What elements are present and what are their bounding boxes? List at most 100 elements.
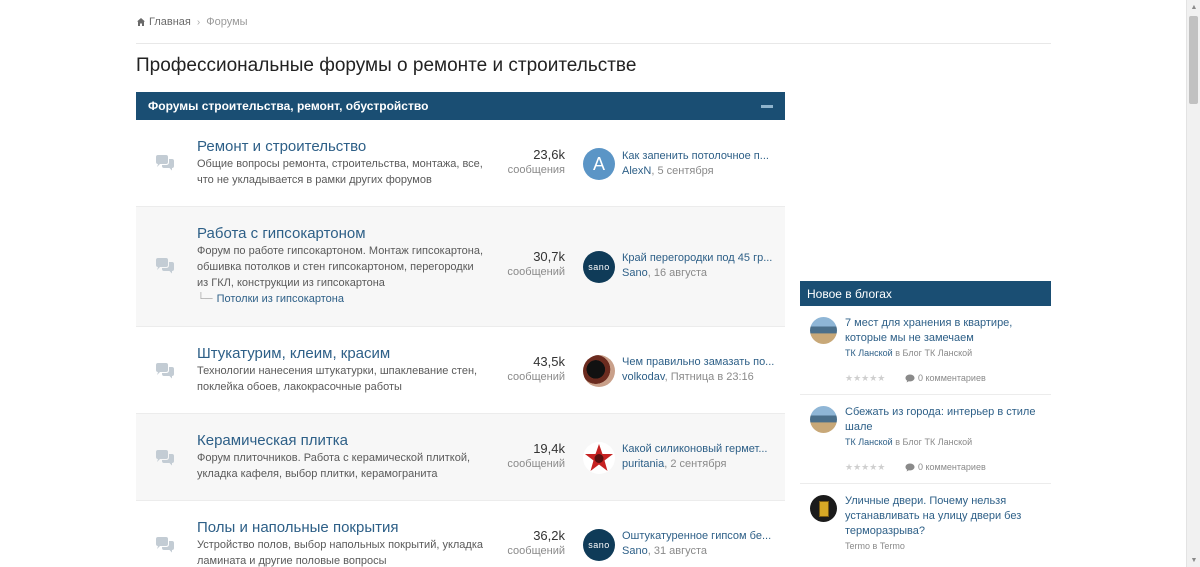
last-post-date: 2 сентября [670, 458, 727, 470]
breadcrumb-current[interactable]: Форумы [206, 16, 247, 28]
last-post-author-link[interactable]: puritania [622, 458, 664, 470]
forum-post-count: 23,6k сообщения [496, 147, 565, 176]
page-container: Главная › Форумы Профессиональные форумы… [136, 0, 1051, 567]
forum-row: Керамическая плитка Форум плиточников. Р… [136, 414, 785, 501]
blog-avatar[interactable] [810, 317, 837, 344]
blog-avatar[interactable] [810, 406, 837, 433]
blog-entry: Уличные двери. Почему нельзя устанавлива… [800, 484, 1051, 567]
blog-entry-title-link[interactable]: 7 мест для хранения в квартире, которые … [845, 316, 1045, 346]
tree-branch-icon: └─ [197, 293, 213, 305]
last-post-author-link[interactable]: Sano [622, 545, 648, 557]
post-count-label: сообщений [507, 266, 565, 278]
blog-name[interactable]: Блог ТК Ланской [903, 348, 973, 358]
blog-author-link[interactable]: ТК Ланской [845, 348, 893, 358]
blog-entry-title-link[interactable]: Сбежать из города: интерьер в стиле шале [845, 405, 1045, 435]
chat-bubbles-icon [154, 536, 176, 554]
blogs-widget-header: Новое в блогах [800, 281, 1051, 306]
avatar-text: sano [588, 262, 610, 272]
last-post-meta: puritania, 2 сентября [622, 458, 727, 470]
last-post-date: 31 августа [653, 545, 708, 557]
chat-bubbles-icon [154, 362, 176, 380]
last-post-meta: AlexN, 5 сентября [622, 165, 714, 177]
last-post-title-link[interactable]: Край перегородки под 45 гр... [622, 252, 777, 264]
blog-entry-meta: Termo в Termo [845, 541, 905, 551]
breadcrumb-home-link[interactable]: Главная [136, 16, 191, 28]
forum-description: Общие вопросы ремонта, строительства, мо… [197, 158, 483, 186]
blogs-widget: Новое в блогах 7 мест для хранения в ква… [800, 281, 1051, 567]
page-title: Профессиональные форумы о ремонте и стро… [136, 55, 637, 76]
blog-name[interactable]: Termo [880, 541, 905, 551]
last-post-title-link[interactable]: Как запенить потолочное п... [622, 150, 777, 162]
breadcrumb-home-label: Главная [149, 16, 191, 28]
subforum-link[interactable]: └─ Потолки из гипсокартона [197, 293, 344, 305]
home-icon [137, 18, 145, 26]
forum-row: Ремонт и строительство Общие вопросы рем… [136, 120, 785, 207]
forum-post-count: 36,2k сообщений [496, 528, 565, 557]
avatar[interactable] [583, 355, 615, 387]
blog-entry-title-link[interactable]: Уличные двери. Почему нельзя устанавлива… [845, 494, 1045, 539]
last-post-title-link[interactable]: Чем правильно замазать по... [622, 356, 777, 368]
last-post: Край перегородки под 45 гр... Sano, 16 а… [622, 252, 777, 279]
forum-row: Работа с гипсокартоном Форум по работе г… [136, 207, 785, 327]
scrollbar-thumb[interactable] [1189, 16, 1198, 104]
forum-description: Технологии нанесения штукатурки, шпаклев… [197, 365, 478, 393]
blog-in-label: в [872, 541, 878, 551]
post-count-label: сообщения [507, 164, 565, 176]
last-post-author-link[interactable]: Sano [622, 267, 648, 279]
avatar[interactable]: sano [583, 529, 615, 561]
last-post: Какой силиконовый гермет... puritania, 2… [622, 443, 777, 470]
forum-title-link[interactable]: Штукатурим, клеим, красим [197, 345, 390, 362]
post-count-label: сообщений [507, 371, 565, 383]
post-count-value: 19,4k [533, 441, 565, 456]
avatar[interactable]: A [583, 148, 615, 180]
chevron-right-icon: › [196, 16, 201, 28]
last-post-title-link[interactable]: Оштукатуренное гипсом бе... [622, 530, 777, 542]
forum-description: Форум плиточников. Работа с керамической… [197, 452, 471, 480]
forum-category-title[interactable]: Форумы строительства, ремонт, обустройст… [148, 99, 428, 113]
blog-comments-count: 0 комментариев [918, 462, 986, 472]
post-count-value: 23,6k [533, 147, 565, 162]
avatar-letter: A [592, 153, 605, 174]
last-post-date: Пятница в 23:16 [670, 371, 754, 383]
forum-title-link[interactable]: Полы и напольные покрытия [197, 519, 398, 536]
forum-title-link[interactable]: Керамическая плитка [197, 432, 348, 449]
forum-row: Штукатурим, клеим, красим Технологии нан… [136, 327, 785, 414]
subforum-label: Потолки из гипсокартона [216, 293, 344, 305]
last-post-title-link[interactable]: Какой силиконовый гермет... [622, 443, 777, 455]
blog-author-link[interactable]: Termo [845, 541, 870, 551]
blog-avatar[interactable] [810, 495, 837, 522]
forum-description: Устройство полов, выбор напольных покрыт… [197, 539, 484, 567]
avatar[interactable]: sano [583, 251, 615, 283]
last-post-author-link[interactable]: volkodav [622, 371, 665, 383]
last-post-author-link[interactable]: AlexN [622, 165, 651, 177]
vertical-scrollbar[interactable]: ▲ ▼ [1186, 0, 1200, 567]
avatar[interactable] [583, 442, 615, 474]
blog-comments[interactable]: 0 комментариев [905, 373, 986, 383]
scroll-up-arrow-icon[interactable]: ▲ [1187, 0, 1200, 14]
blog-entry: 7 мест для хранения в квартире, которые … [800, 306, 1051, 395]
blog-entry: Сбежать из города: интерьер в стиле шале… [800, 395, 1051, 484]
last-post-meta: Sano, 16 августа [622, 267, 708, 279]
blog-author-link[interactable]: ТК Ланской [845, 437, 893, 447]
collapse-icon[interactable] [761, 104, 773, 108]
forum-title-link[interactable]: Работа с гипсокартоном [197, 225, 366, 242]
last-post-meta: volkodav, Пятница в 23:16 [622, 371, 754, 383]
post-count-value: 36,2k [533, 528, 565, 543]
chat-bubbles-icon [154, 154, 176, 172]
rating-stars[interactable]: ★★★★★ [845, 373, 885, 384]
forum-category-block: Форумы строительства, ремонт, обустройст… [136, 92, 785, 567]
forum-post-count: 19,4k сообщений [496, 441, 565, 470]
blog-entry-meta: ТК Ланской в Блог ТК Ланской [845, 437, 972, 447]
forum-description: Форум по работе гипсокартоном. Монтаж ги… [197, 245, 484, 289]
last-post-date: 5 сентября [657, 165, 714, 177]
post-count-value: 43,5k [533, 354, 565, 369]
blog-comments[interactable]: 0 комментариев [905, 462, 986, 472]
avatar-text: sano [588, 540, 610, 550]
rating-stars[interactable]: ★★★★★ [845, 462, 885, 473]
blog-name[interactable]: Блог ТК Ланской [903, 437, 973, 447]
forum-title-link[interactable]: Ремонт и строительство [197, 138, 366, 155]
post-count-value: 30,7k [533, 249, 565, 264]
divider [136, 43, 1051, 44]
scroll-down-arrow-icon[interactable]: ▼ [1187, 553, 1200, 567]
forum-category-header: Форумы строительства, ремонт, обустройст… [136, 92, 785, 120]
